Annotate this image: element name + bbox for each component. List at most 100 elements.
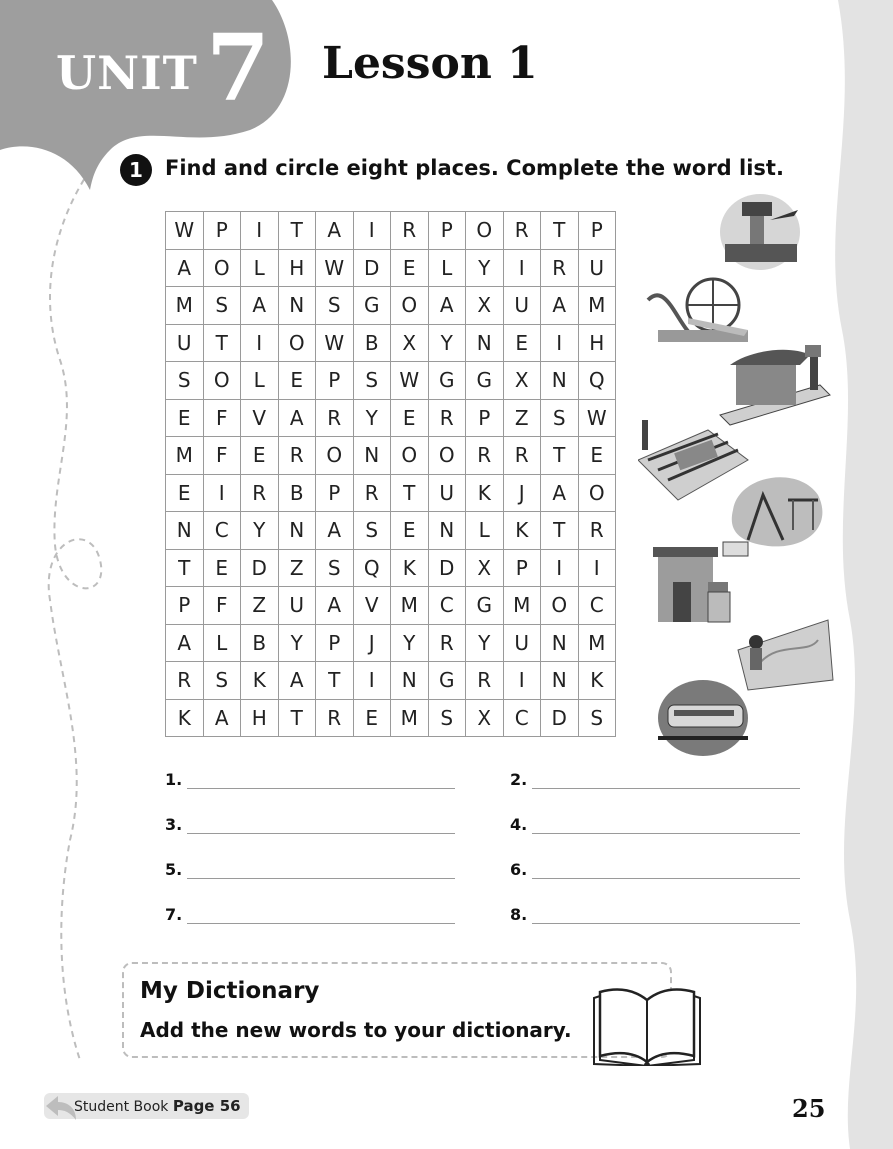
grid-cell[interactable]: C: [503, 699, 541, 737]
grid-cell[interactable]: I: [203, 474, 241, 512]
grid-cell[interactable]: P: [316, 362, 354, 400]
grid-cell[interactable]: A: [203, 699, 241, 737]
grid-cell[interactable]: V: [353, 587, 391, 625]
grid-cell[interactable]: A: [166, 249, 204, 287]
word-list-answer-line[interactable]: [532, 903, 800, 924]
word-list-answer-line[interactable]: [532, 858, 800, 879]
grid-cell[interactable]: T: [541, 212, 579, 250]
grid-cell[interactable]: W: [316, 324, 354, 362]
grid-cell[interactable]: B: [241, 624, 279, 662]
grid-cell[interactable]: R: [428, 399, 466, 437]
grid-cell[interactable]: K: [241, 662, 279, 700]
grid-cell[interactable]: L: [203, 624, 241, 662]
grid-cell[interactable]: G: [353, 287, 391, 325]
grid-cell[interactable]: Y: [353, 399, 391, 437]
grid-cell[interactable]: I: [578, 549, 616, 587]
grid-cell[interactable]: E: [391, 399, 429, 437]
grid-cell[interactable]: P: [428, 212, 466, 250]
word-list-answer-line[interactable]: [187, 903, 455, 924]
grid-cell[interactable]: Y: [466, 624, 504, 662]
grid-cell[interactable]: R: [503, 212, 541, 250]
grid-cell[interactable]: O: [541, 587, 579, 625]
grid-cell[interactable]: M: [391, 699, 429, 737]
grid-cell[interactable]: N: [391, 662, 429, 700]
grid-cell[interactable]: F: [203, 437, 241, 475]
grid-cell[interactable]: O: [278, 324, 316, 362]
grid-cell[interactable]: R: [578, 512, 616, 550]
grid-cell[interactable]: T: [316, 662, 354, 700]
grid-cell[interactable]: A: [316, 212, 354, 250]
grid-cell[interactable]: A: [428, 287, 466, 325]
grid-cell[interactable]: S: [353, 362, 391, 400]
grid-cell[interactable]: B: [353, 324, 391, 362]
grid-cell[interactable]: R: [541, 249, 579, 287]
grid-cell[interactable]: U: [578, 249, 616, 287]
grid-cell[interactable]: C: [428, 587, 466, 625]
grid-cell[interactable]: L: [241, 249, 279, 287]
grid-cell[interactable]: W: [316, 249, 354, 287]
grid-cell[interactable]: M: [391, 587, 429, 625]
word-list-answer-line[interactable]: [187, 813, 455, 834]
grid-cell[interactable]: M: [578, 287, 616, 325]
grid-cell[interactable]: E: [353, 699, 391, 737]
grid-cell[interactable]: E: [503, 324, 541, 362]
grid-cell[interactable]: R: [353, 474, 391, 512]
grid-cell[interactable]: Z: [241, 587, 279, 625]
grid-cell[interactable]: M: [166, 437, 204, 475]
grid-cell[interactable]: S: [353, 512, 391, 550]
grid-cell[interactable]: R: [428, 624, 466, 662]
grid-cell[interactable]: N: [428, 512, 466, 550]
grid-cell[interactable]: D: [541, 699, 579, 737]
grid-cell[interactable]: Y: [278, 624, 316, 662]
grid-cell[interactable]: P: [503, 549, 541, 587]
grid-cell[interactable]: T: [278, 699, 316, 737]
grid-cell[interactable]: P: [316, 624, 354, 662]
grid-cell[interactable]: R: [241, 474, 279, 512]
grid-cell[interactable]: Y: [428, 324, 466, 362]
grid-cell[interactable]: A: [166, 624, 204, 662]
grid-cell[interactable]: M: [578, 624, 616, 662]
grid-cell[interactable]: R: [503, 437, 541, 475]
grid-cell[interactable]: C: [203, 512, 241, 550]
grid-cell[interactable]: K: [578, 662, 616, 700]
grid-cell[interactable]: R: [316, 399, 354, 437]
grid-cell[interactable]: J: [353, 624, 391, 662]
grid-cell[interactable]: S: [428, 699, 466, 737]
grid-cell[interactable]: T: [391, 474, 429, 512]
grid-cell[interactable]: N: [466, 324, 504, 362]
grid-cell[interactable]: I: [541, 549, 579, 587]
grid-cell[interactable]: K: [466, 474, 504, 512]
grid-cell[interactable]: E: [391, 512, 429, 550]
grid-cell[interactable]: Y: [241, 512, 279, 550]
grid-cell[interactable]: L: [241, 362, 279, 400]
grid-cell[interactable]: P: [316, 474, 354, 512]
grid-cell[interactable]: X: [503, 362, 541, 400]
grid-cell[interactable]: N: [541, 362, 579, 400]
grid-cell[interactable]: P: [203, 212, 241, 250]
grid-cell[interactable]: D: [241, 549, 279, 587]
grid-cell[interactable]: F: [203, 587, 241, 625]
grid-cell[interactable]: O: [578, 474, 616, 512]
grid-cell[interactable]: I: [541, 324, 579, 362]
grid-cell[interactable]: E: [278, 362, 316, 400]
grid-cell[interactable]: I: [241, 212, 279, 250]
grid-cell[interactable]: O: [203, 249, 241, 287]
grid-cell[interactable]: B: [278, 474, 316, 512]
grid-cell[interactable]: A: [278, 399, 316, 437]
grid-cell[interactable]: A: [241, 287, 279, 325]
grid-cell[interactable]: S: [166, 362, 204, 400]
grid-cell[interactable]: N: [278, 287, 316, 325]
grid-cell[interactable]: H: [578, 324, 616, 362]
grid-cell[interactable]: S: [203, 662, 241, 700]
grid-cell[interactable]: T: [166, 549, 204, 587]
grid-cell[interactable]: A: [316, 512, 354, 550]
grid-cell[interactable]: G: [466, 362, 504, 400]
grid-cell[interactable]: I: [353, 662, 391, 700]
grid-cell[interactable]: P: [466, 399, 504, 437]
grid-cell[interactable]: W: [391, 362, 429, 400]
grid-cell[interactable]: P: [578, 212, 616, 250]
grid-cell[interactable]: A: [316, 587, 354, 625]
grid-cell[interactable]: X: [391, 324, 429, 362]
word-list-answer-line[interactable]: [187, 768, 455, 789]
grid-cell[interactable]: F: [203, 399, 241, 437]
